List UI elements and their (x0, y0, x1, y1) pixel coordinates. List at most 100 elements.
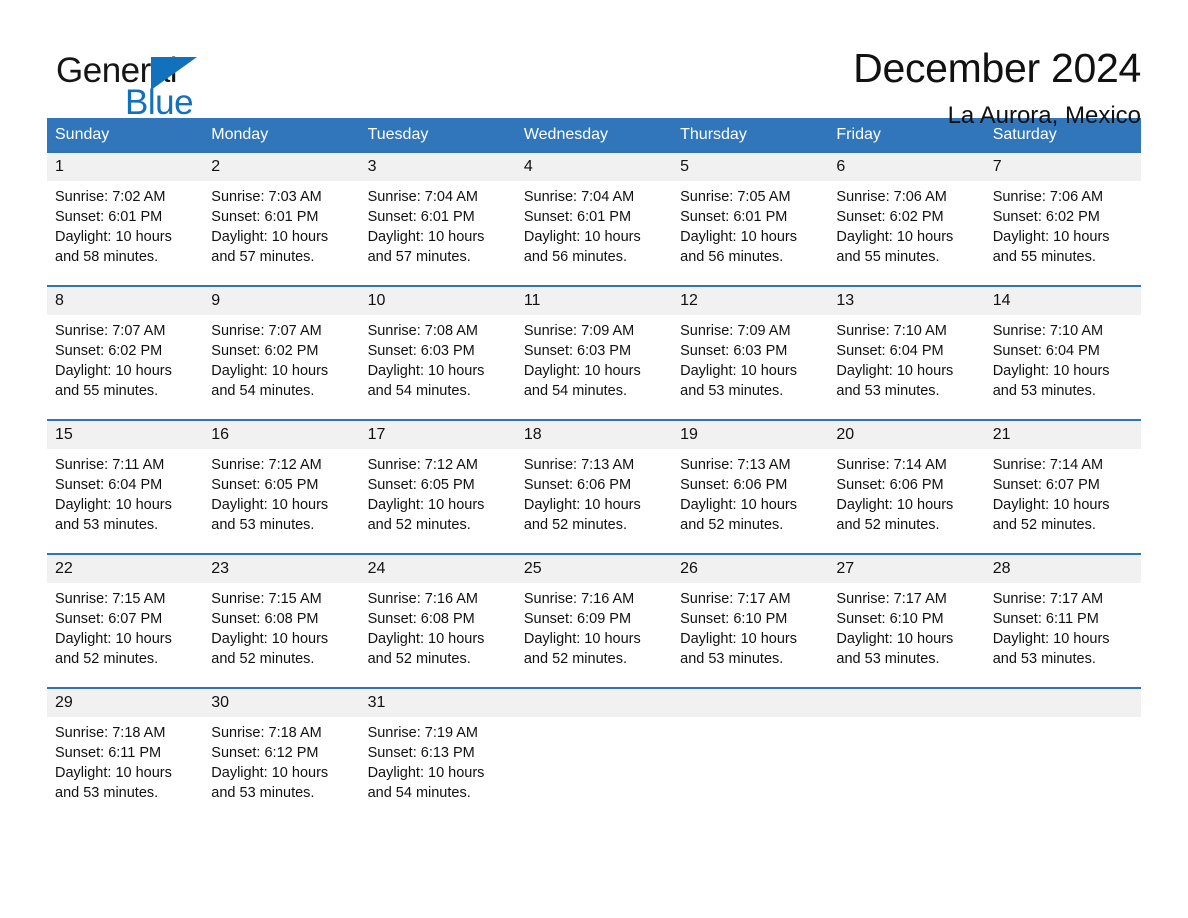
day-cell[interactable]: Sunrise: 7:06 AM Sunset: 6:02 PM Dayligh… (985, 181, 1141, 285)
day-cell[interactable]: Sunrise: 7:06 AM Sunset: 6:02 PM Dayligh… (828, 181, 984, 285)
brand-name-blue: Blue (125, 83, 194, 122)
sunrise-text: Sunrise: 7:10 AM (836, 323, 947, 339)
day-cell[interactable]: Sunrise: 7:14 AM Sunset: 6:06 PM Dayligh… (828, 449, 984, 553)
day-cell[interactable]: Sunrise: 7:16 AM Sunset: 6:09 PM Dayligh… (516, 583, 672, 687)
daylight-text-line1: Daylight: 10 hours (992, 363, 1110, 379)
weekday-header-monday: Monday (211, 126, 269, 143)
day-number[interactable]: 27 (828, 555, 984, 583)
daylight-text-line2: and 55 minutes. (836, 249, 940, 265)
daylight-text-line1: Daylight: 10 hours (55, 631, 172, 647)
day-number[interactable]: 13 (828, 287, 984, 315)
day-number[interactable]: 16 (203, 421, 359, 449)
day-cell[interactable]: Sunrise: 7:19 AM Sunset: 6:13 PM Dayligh… (360, 717, 516, 821)
daylight-text-line1: Daylight: 10 hours (211, 229, 329, 245)
day-cell[interactable]: Sunrise: 7:04 AM Sunset: 6:01 PM Dayligh… (516, 181, 672, 285)
day-number[interactable]: 1 (47, 153, 203, 181)
sunset-text: Sunset: 6:01 PM (211, 209, 319, 225)
day-cell[interactable]: Sunrise: 7:12 AM Sunset: 6:05 PM Dayligh… (360, 449, 516, 553)
day-cell[interactable]: Sunrise: 7:07 AM Sunset: 6:02 PM Dayligh… (47, 315, 203, 419)
day-cell[interactable]: Sunrise: 7:14 AM Sunset: 6:07 PM Dayligh… (985, 449, 1141, 553)
sunset-text: Sunset: 6:01 PM (55, 209, 163, 225)
sunrise-text: Sunrise: 7:04 AM (523, 189, 635, 205)
day-number[interactable]: 17 (360, 421, 516, 449)
weekday-header-saturday: Saturday (992, 126, 1057, 143)
day-number[interactable]: 22 (47, 555, 203, 583)
day-number[interactable]: 5 (672, 153, 828, 181)
day-cell[interactable]: Sunrise: 7:15 AM Sunset: 6:07 PM Dayligh… (47, 583, 203, 687)
day-number[interactable]: 11 (516, 287, 672, 315)
sunset-text: Sunset: 6:02 PM (55, 343, 163, 359)
daylight-text-line2: and 53 minutes. (992, 383, 1096, 399)
daylight-text-line2: and 55 minutes. (55, 383, 159, 399)
day-number[interactable]: 21 (985, 421, 1141, 449)
day-cell[interactable]: Sunrise: 7:18 AM Sunset: 6:12 PM Dayligh… (203, 717, 359, 821)
day-cell[interactable]: Sunrise: 7:02 AM Sunset: 6:01 PM Dayligh… (47, 181, 203, 285)
day-number[interactable]: 7 (985, 153, 1141, 181)
day-cell[interactable]: Sunrise: 7:05 AM Sunset: 6:01 PM Dayligh… (672, 181, 828, 285)
day-number[interactable]: 18 (516, 421, 672, 449)
daylight-text-line1: Daylight: 10 hours (211, 631, 329, 647)
page-header: General Blue December 2024 La Aurora, Me… (47, 0, 1141, 129)
page-title: December 2024 (853, 45, 1141, 91)
sunset-text: Sunset: 6:05 PM (367, 477, 475, 493)
day-number[interactable]: 28 (985, 555, 1141, 583)
day-cell[interactable]: Sunrise: 7:09 AM Sunset: 6:03 PM Dayligh… (672, 315, 828, 419)
day-number[interactable]: 25 (516, 555, 672, 583)
day-number-empty (985, 689, 1141, 717)
day-cell[interactable]: Sunrise: 7:16 AM Sunset: 6:08 PM Dayligh… (360, 583, 516, 687)
day-cell[interactable]: Sunrise: 7:11 AM Sunset: 6:04 PM Dayligh… (47, 449, 203, 553)
week-date-band: 22 23 24 25 26 27 28 (47, 555, 1141, 583)
day-cell[interactable]: Sunrise: 7:15 AM Sunset: 6:08 PM Dayligh… (203, 583, 359, 687)
sunrise-text: Sunrise: 7:12 AM (211, 457, 322, 473)
day-cell[interactable]: Sunrise: 7:10 AM Sunset: 6:04 PM Dayligh… (828, 315, 984, 419)
day-number[interactable]: 15 (47, 421, 203, 449)
day-cell[interactable]: Sunrise: 7:08 AM Sunset: 6:03 PM Dayligh… (360, 315, 516, 419)
day-number[interactable]: 26 (672, 555, 828, 583)
day-number[interactable]: 31 (360, 689, 516, 717)
sunset-text: Sunset: 6:08 PM (211, 611, 319, 627)
sunset-text: Sunset: 6:07 PM (992, 477, 1100, 493)
day-number[interactable]: 19 (672, 421, 828, 449)
day-number[interactable]: 10 (360, 287, 516, 315)
day-number[interactable]: 8 (47, 287, 203, 315)
day-cell[interactable]: Sunrise: 7:17 AM Sunset: 6:11 PM Dayligh… (985, 583, 1141, 687)
day-cell[interactable]: Sunrise: 7:17 AM Sunset: 6:10 PM Dayligh… (672, 583, 828, 687)
day-cell[interactable]: Sunrise: 7:04 AM Sunset: 6:01 PM Dayligh… (360, 181, 516, 285)
day-cell[interactable]: Sunrise: 7:09 AM Sunset: 6:03 PM Dayligh… (516, 315, 672, 419)
day-cell[interactable]: Sunrise: 7:10 AM Sunset: 6:04 PM Dayligh… (985, 315, 1141, 419)
day-number[interactable]: 29 (47, 689, 203, 717)
day-number[interactable]: 9 (203, 287, 359, 315)
sunset-text: Sunset: 6:05 PM (211, 477, 319, 493)
day-cell[interactable]: Sunrise: 7:18 AM Sunset: 6:11 PM Dayligh… (47, 717, 203, 821)
day-number[interactable]: 30 (203, 689, 359, 717)
day-cell[interactable]: Sunrise: 7:17 AM Sunset: 6:10 PM Dayligh… (828, 583, 984, 687)
brand-logo[interactable]: General Blue (47, 44, 227, 122)
day-number[interactable]: 4 (516, 153, 672, 181)
sunset-text: Sunset: 6:13 PM (367, 745, 475, 761)
daylight-text-line1: Daylight: 10 hours (367, 229, 485, 245)
daylight-text-line1: Daylight: 10 hours (211, 363, 329, 379)
day-number[interactable]: 14 (985, 287, 1141, 315)
day-cell[interactable]: Sunrise: 7:12 AM Sunset: 6:05 PM Dayligh… (203, 449, 359, 553)
daylight-text-line2: and 54 minutes. (367, 785, 471, 801)
day-number[interactable]: 2 (203, 153, 359, 181)
daylight-text-line1: Daylight: 10 hours (55, 765, 172, 781)
day-cell[interactable]: Sunrise: 7:13 AM Sunset: 6:06 PM Dayligh… (672, 449, 828, 553)
day-number[interactable]: 20 (828, 421, 984, 449)
daylight-text-line2: and 56 minutes. (680, 249, 784, 265)
sunset-text: Sunset: 6:01 PM (367, 209, 475, 225)
sunrise-text: Sunrise: 7:16 AM (523, 591, 635, 607)
sunrise-text: Sunrise: 7:19 AM (367, 725, 478, 741)
daylight-text-line1: Daylight: 10 hours (211, 765, 329, 781)
day-cell[interactable]: Sunrise: 7:07 AM Sunset: 6:02 PM Dayligh… (203, 315, 359, 419)
daylight-text-line1: Daylight: 10 hours (55, 497, 172, 513)
sunset-text: Sunset: 6:04 PM (55, 477, 163, 493)
day-cell[interactable]: Sunrise: 7:13 AM Sunset: 6:06 PM Dayligh… (516, 449, 672, 553)
daylight-text-line1: Daylight: 10 hours (211, 497, 329, 513)
day-number[interactable]: 23 (203, 555, 359, 583)
day-number[interactable]: 24 (360, 555, 516, 583)
day-cell[interactable]: Sunrise: 7:03 AM Sunset: 6:01 PM Dayligh… (203, 181, 359, 285)
day-number[interactable]: 12 (672, 287, 828, 315)
day-number[interactable]: 6 (828, 153, 984, 181)
day-number[interactable]: 3 (360, 153, 516, 181)
